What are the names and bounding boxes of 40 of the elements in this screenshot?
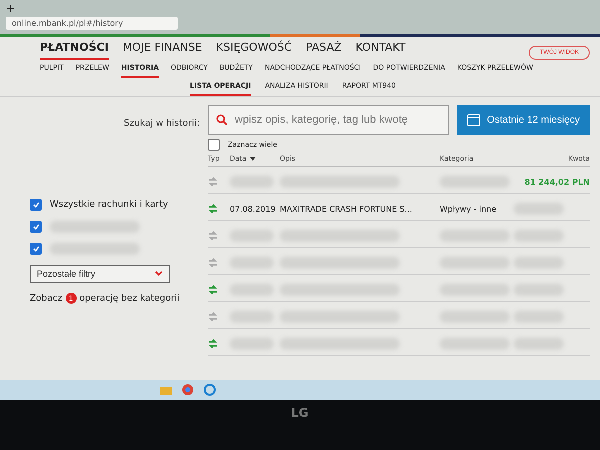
more-filters-dropdown[interactable]: Pozostałe filtry [30, 265, 170, 283]
transfer-arrows-icon [208, 204, 218, 214]
new-tab-button[interactable]: + [6, 2, 594, 15]
chevron-down-icon [155, 271, 163, 277]
description-cell-text: MAXITRADE CRASH FORTUNE S... [280, 204, 414, 214]
transfer-arrows-icon [208, 258, 218, 268]
calendar-icon [467, 113, 482, 127]
amount-cell-text: 81 244,02 PLN [524, 178, 590, 186]
main-nav-tab[interactable]: KONTAKT [356, 41, 406, 60]
transfer-arrows-icon [208, 285, 218, 295]
edge-browser-icon[interactable] [204, 384, 216, 396]
transfer-arrows-icon [208, 231, 218, 241]
category-cell-text: Wpływy - inne [440, 204, 498, 214]
search-label: Szukaj w historii: [124, 119, 200, 129]
link-text[interactable]: operację bez kategorii [80, 294, 180, 304]
checkmark-icon [32, 224, 40, 230]
monitor-logo: LG [291, 406, 309, 420]
date-cell-text: 07.08.2019 [230, 204, 277, 214]
checkbox[interactable] [30, 221, 42, 233]
search-icon [216, 114, 228, 126]
account-filter-label: Wszystkie rachunki i karty [50, 200, 168, 210]
transfer-arrows-icon [208, 312, 218, 322]
main-nav-tab[interactable]: KSIĘGOWOŚĆ [216, 41, 292, 60]
checkmark-icon [32, 246, 40, 252]
transfer-arrows-icon [208, 177, 218, 187]
checkmark-icon [32, 202, 40, 208]
operation-row[interactable]: 07.08.2019 MAXITRADE CRASH FORTUNE S... Wpływy - inne [208, 198, 590, 221]
search-field[interactable]: wpisz opis, kategorię, tag lub kwotę [208, 105, 450, 135]
address-bar[interactable]: online.mbank.pl/pl#/history [6, 17, 178, 30]
checkbox[interactable] [30, 199, 42, 211]
browser-icon[interactable] [182, 384, 194, 396]
link-text[interactable]: Zobacz [30, 294, 63, 304]
sort-caret-icon [250, 157, 256, 161]
checkbox[interactable] [30, 243, 42, 255]
main-nav-tab[interactable]: PŁATNOŚCI [40, 41, 109, 60]
main-nav-tab[interactable]: MOJE FINANSE [122, 41, 202, 60]
period-button[interactable]: Ostatnie 12 miesięcy [457, 105, 590, 135]
main-nav-tab[interactable]: PASAŻ [306, 41, 342, 60]
transfer-arrows-icon [208, 339, 218, 349]
checkbox[interactable] [208, 139, 220, 151]
